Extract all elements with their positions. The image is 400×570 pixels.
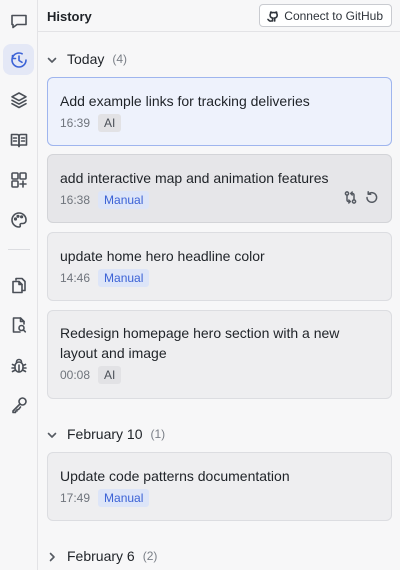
chat-icon[interactable] — [3, 5, 34, 36]
layers-icon[interactable] — [3, 84, 34, 115]
history-icon[interactable] — [3, 44, 34, 75]
page-title: History — [47, 9, 92, 24]
history-header: History Connect to GitHub — [38, 0, 400, 32]
bug-icon[interactable] — [3, 349, 34, 380]
group-header-february-10[interactable]: February 10 (1) — [46, 424, 165, 444]
entry-source-badge: AI — [98, 114, 122, 132]
entry-source-badge: AI — [98, 366, 122, 384]
group-count: (2) — [142, 549, 158, 563]
entry-time: 00:08 — [60, 368, 91, 382]
history-entry[interactable]: update home hero headline color 14:46 Ma… — [47, 232, 392, 301]
entry-title: Update code patterns documentation — [60, 468, 290, 484]
chevron-down-icon — [46, 53, 58, 65]
compare-icon[interactable] — [343, 190, 358, 210]
group-title: Today — [67, 51, 105, 67]
chevron-right-icon — [46, 550, 58, 562]
entry-time: 16:39 — [60, 116, 91, 130]
github-icon — [267, 10, 279, 22]
chevron-down-icon — [46, 428, 58, 440]
entry-title: add interactive map and animation featur… — [60, 170, 329, 186]
entry-source-badge: Manual — [98, 269, 150, 287]
entry-title: update home hero headline color — [60, 248, 265, 264]
entry-time: 14:46 — [60, 271, 91, 285]
history-entry[interactable]: Add example links for tracking deliverie… — [47, 77, 392, 146]
history-entry[interactable]: Redesign homepage hero section with a ne… — [47, 310, 392, 399]
entry-source-badge: Manual — [98, 489, 150, 507]
add-component-icon[interactable] — [3, 164, 34, 195]
group-header-today[interactable]: Today (4) — [46, 49, 127, 69]
rail-divider — [8, 249, 30, 250]
key-icon[interactable] — [3, 389, 34, 420]
entry-time: 17:49 — [60, 491, 91, 505]
group-count: (4) — [112, 52, 128, 66]
entry-source-badge: Manual — [98, 191, 150, 209]
connect-github-button[interactable]: Connect to GitHub — [259, 4, 392, 27]
group-title: February 6 — [67, 548, 135, 564]
group-header-february-6[interactable]: February 6 (2) — [46, 546, 157, 566]
history-entry[interactable]: add interactive map and animation featur… — [47, 154, 392, 223]
history-entry[interactable]: Update code patterns documentation 17:49… — [47, 452, 392, 521]
icon-rail — [0, 0, 38, 570]
entry-title: Add example links for tracking deliverie… — [60, 93, 310, 109]
entry-time: 16:38 — [60, 193, 91, 207]
connect-github-label: Connect to GitHub — [284, 8, 383, 23]
search-file-icon[interactable] — [3, 309, 34, 340]
files-icon[interactable] — [3, 269, 34, 300]
group-count: (1) — [150, 427, 166, 441]
book-icon[interactable] — [3, 124, 34, 155]
entry-title: Redesign homepage hero section with a ne… — [60, 325, 340, 361]
palette-icon[interactable] — [3, 204, 34, 235]
group-title: February 10 — [67, 426, 143, 442]
restore-icon[interactable] — [364, 190, 379, 210]
